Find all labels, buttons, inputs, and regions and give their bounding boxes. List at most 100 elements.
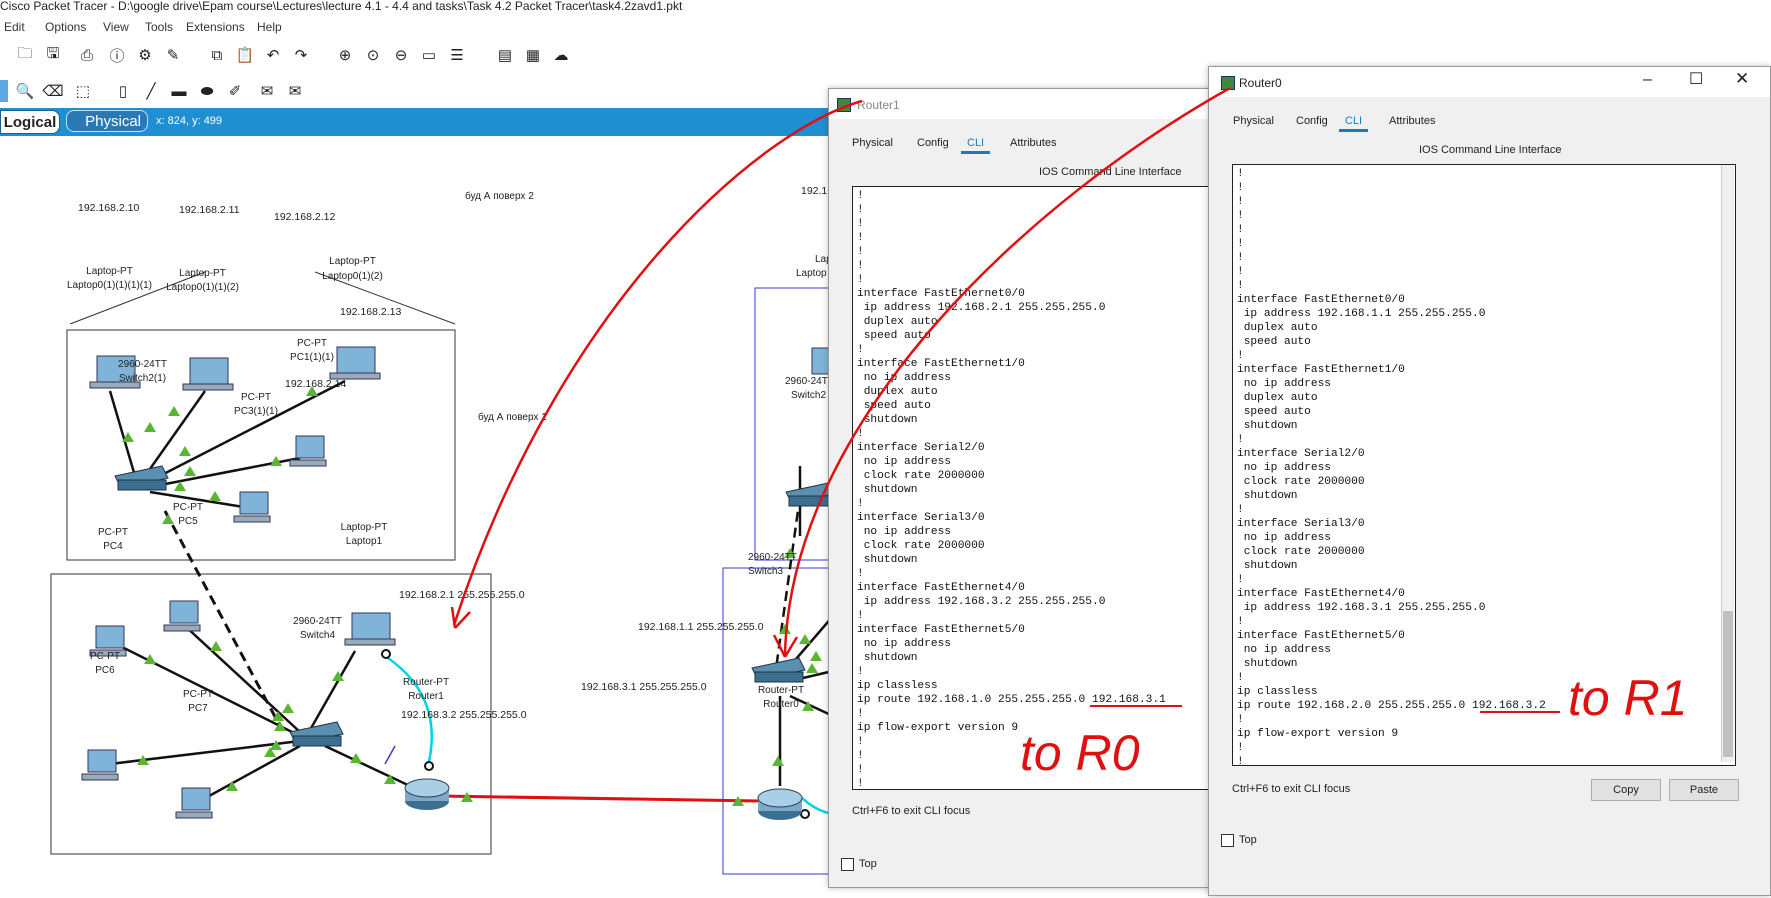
router1-window[interactable]: Router1 Physical Config CLI Attributes I… [828, 88, 1222, 888]
cli-heading: IOS Command Line Interface [1039, 166, 1182, 178]
delete-icon[interactable]: ⌫ [42, 80, 64, 102]
network-wizard-icon[interactable]: ⚙ [134, 44, 156, 66]
device-name-label: Laptop1 [345, 536, 383, 547]
maximize-icon[interactable]: ☐ [1689, 69, 1703, 89]
menu-view[interactable]: View [103, 20, 129, 34]
paste-icon[interactable]: 📋 [234, 44, 256, 66]
window-title: Cisco Packet Tracer - D:\google drive\Ep… [0, 0, 683, 13]
pc-icon-pc7 [175, 787, 213, 819]
link-blue-stub [384, 745, 396, 765]
tab-config[interactable]: Config [1296, 115, 1328, 127]
device-type-label: Router-PT [757, 685, 805, 696]
activity-wizard-icon[interactable]: ✎ [162, 44, 184, 66]
freeform-icon[interactable]: ✐ [224, 80, 246, 102]
tab-attributes[interactable]: Attributes [1389, 115, 1435, 127]
router0-titlebar[interactable]: Router0 – ☐ ✕ [1209, 67, 1770, 97]
menu-options[interactable]: Options [45, 20, 86, 34]
menu-tools[interactable]: Tools [145, 20, 173, 34]
top-checkbox[interactable] [1221, 834, 1234, 847]
device-name-label: Router1 [408, 691, 444, 702]
device-type-label: Laptop-PT [86, 266, 133, 277]
zoom-reset-icon[interactable]: ⊙ [362, 44, 384, 66]
device-name-label: PC4 [103, 541, 123, 552]
zoom-out-icon[interactable]: ⊖ [390, 44, 412, 66]
menu-extensions[interactable]: Extensions [186, 20, 245, 34]
viewport-icon[interactable]: ▤ [494, 44, 516, 66]
ip-label: 192.168.2.11 [179, 204, 240, 216]
router0-window[interactable]: Router0 – ☐ ✕ Physical Config CLI Attrib… [1208, 66, 1771, 896]
select-icon[interactable] [0, 80, 8, 102]
menu-edit[interactable]: Edit [4, 20, 25, 34]
info-icon[interactable]: ⓘ [106, 44, 128, 66]
partial-ip-label: 192.1 [801, 185, 828, 197]
add-complex-pdu-icon[interactable]: ✉ [284, 80, 306, 102]
top-checkbox[interactable] [841, 858, 854, 871]
device-type-label: Laptop-PT [340, 522, 388, 533]
tab-physical[interactable]: Physical [66, 110, 148, 132]
device-name-label: Router0 [763, 699, 799, 710]
area-right-bottom [722, 567, 832, 875]
custom-device-icon[interactable]: ☰ [446, 44, 468, 66]
device-type-label: PC-PT [297, 338, 327, 349]
ellipse-icon[interactable]: ⬬ [196, 80, 218, 102]
laptop-icon-2 [182, 357, 234, 391]
resize-icon[interactable]: ⬚ [72, 80, 94, 102]
device-type-label: 2960-24TT [118, 359, 167, 370]
router1-cli-console[interactable]: ! ! ! ! ! ! ! interface FastEthernet0/0 … [852, 186, 1222, 790]
pc-icon-1 [289, 435, 327, 467]
save-icon[interactable]: 🖫 [42, 44, 64, 66]
link-router1-router0 [439, 794, 761, 803]
router0-tabs: Physical Config CLI Attributes [1209, 115, 1770, 135]
area-right-top [754, 287, 834, 561]
cli-focus-hint: Ctrl+F6 to exit CLI focus [852, 805, 971, 817]
add-simple-pdu-icon[interactable]: ✉ [256, 80, 278, 102]
tab-logical[interactable]: Logical [0, 110, 60, 134]
device-name-label: Laptop0(1)(2) [322, 271, 383, 282]
partial-device-label: 2960-24T [785, 376, 828, 387]
tab-cli[interactable]: CLI [1339, 115, 1369, 132]
inspect-icon[interactable]: 🔍 [14, 80, 36, 102]
router1-titlebar[interactable]: Router1 [829, 89, 1213, 119]
top-checkbox-label: Top [1239, 834, 1257, 846]
area2-label: буд А поверх 2 [465, 191, 534, 202]
tab-attributes[interactable]: Attributes [1010, 137, 1056, 149]
print-icon[interactable]: ⎙ [76, 44, 98, 66]
menu-help[interactable]: Help [257, 20, 282, 34]
port-router1 [424, 761, 434, 771]
redo-icon[interactable]: ↷ [290, 44, 312, 66]
scrollbar-thumb[interactable] [1723, 611, 1733, 757]
tab-physical[interactable]: Physical [1233, 115, 1274, 127]
minimize-icon[interactable]: – [1643, 71, 1652, 89]
note-icon[interactable]: ▯ [112, 80, 134, 102]
open-icon[interactable]: 🗀 [14, 44, 36, 66]
menu-bar: Edit Options View Tools Extensions Help [0, 16, 740, 38]
device-name-label: PC5 [178, 516, 198, 527]
router0-cli-console[interactable]: ! ! ! ! ! ! ! ! ! interface FastEthernet… [1232, 164, 1736, 766]
tab-cli[interactable]: CLI [961, 137, 991, 154]
drawing-palette-icon[interactable]: ▭ [418, 44, 440, 66]
device-type-label: PC-PT [241, 392, 271, 403]
rectangle-icon[interactable]: ▬ [168, 80, 190, 102]
device-name-label: Switch3 [748, 566, 784, 577]
ip-label-router0-fa4: 192.168.3.1 255.255.255.0 [581, 681, 707, 693]
router-icon [1221, 76, 1235, 90]
ip-label: 192.168.2.14 [285, 378, 347, 390]
router-icon-router0 [757, 788, 803, 820]
device-template-icon[interactable]: ▦ [522, 44, 544, 66]
device-type-label: PC-PT [90, 651, 120, 662]
copy-icon[interactable]: ⧉ [206, 44, 228, 66]
line-icon[interactable]: ╱ [140, 80, 162, 102]
device-type-label: Router-PT [402, 677, 450, 688]
close-icon[interactable]: ✕ [1735, 69, 1749, 89]
links-floor1 [109, 625, 411, 803]
device-type-label: Laptop-PT [329, 256, 376, 267]
tab-config[interactable]: Config [917, 137, 949, 149]
tab-physical[interactable]: Physical [852, 137, 893, 149]
zoom-in-icon[interactable]: ⊕ [334, 44, 356, 66]
cli-scrollbar[interactable] [1721, 165, 1734, 762]
switch-icon-4 [289, 721, 344, 747]
paste-button[interactable]: Paste [1669, 779, 1739, 801]
undo-icon[interactable]: ↶ [262, 44, 284, 66]
cloud-icon[interactable]: ☁ [550, 44, 572, 66]
copy-button[interactable]: Copy [1591, 779, 1661, 801]
